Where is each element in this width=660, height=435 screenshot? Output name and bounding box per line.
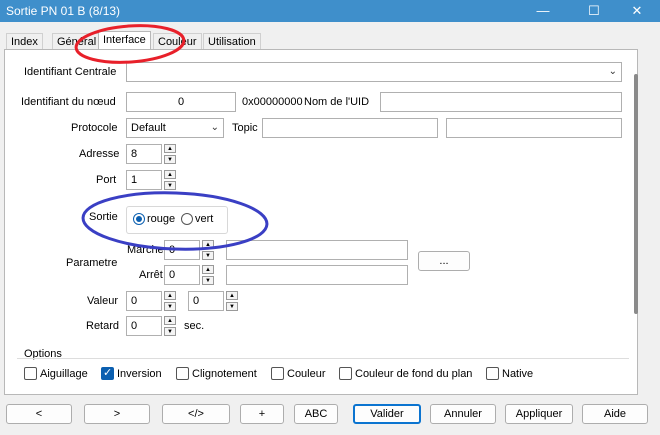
checkbox-label-couleur: Couleur xyxy=(287,368,326,380)
adresse-label: Adresse xyxy=(79,148,120,160)
prev-button[interactable]: < xyxy=(6,404,72,424)
spin-down-icon[interactable]: ▼ xyxy=(226,302,238,311)
spin-down-icon[interactable]: ▼ xyxy=(164,155,176,164)
checkbox-native[interactable] xyxy=(486,367,499,380)
arret-label: Arrêt xyxy=(139,269,163,281)
annuler-button[interactable]: Annuler xyxy=(430,404,496,424)
protocole-select[interactable]: Default ⌄ xyxy=(126,118,224,138)
tab-index[interactable]: Index xyxy=(6,33,43,50)
sortie-radio-vert[interactable] xyxy=(181,213,193,225)
browse-button[interactable]: ... xyxy=(418,251,470,271)
valeur-label: Valeur xyxy=(87,295,118,307)
checkbox-couleur-fond[interactable] xyxy=(339,367,352,380)
checkbox-label-inversion: Inversion xyxy=(117,368,162,380)
spin-up-icon[interactable]: ▲ xyxy=(164,170,176,179)
close-button[interactable]: ✕ xyxy=(614,0,660,22)
sortie-label-rouge: rouge xyxy=(147,213,176,225)
vertical-scrollbar[interactable] xyxy=(632,60,640,390)
arret-input[interactable]: 0 xyxy=(164,265,200,285)
identifiant-noeud-label: Identifiant du nœud xyxy=(21,96,116,108)
identifiant-centrale-select[interactable]: ⌄ xyxy=(126,62,622,82)
retard-label: Retard xyxy=(86,320,120,332)
minimize-button[interactable]: — xyxy=(520,0,566,22)
adresse-spinner[interactable]: ▲ ▼ xyxy=(164,144,176,164)
checkbox-label-clignotement: Clignotement xyxy=(192,368,257,380)
aide-button[interactable]: Aide xyxy=(582,404,648,424)
code-button[interactable]: </> xyxy=(162,404,230,424)
spin-down-icon[interactable]: ▼ xyxy=(164,181,176,190)
nom-uid-input[interactable] xyxy=(380,92,622,112)
marche-spinner[interactable]: ▲ ▼ xyxy=(202,240,214,260)
checkbox-label-couleur-fond: Couleur de fond du plan xyxy=(355,368,473,380)
adresse-input[interactable]: 8 xyxy=(126,144,162,164)
port-spinner[interactable]: ▲ ▼ xyxy=(164,170,176,190)
sortie-label: Sortie xyxy=(89,211,118,223)
spin-down-icon[interactable]: ▼ xyxy=(202,251,214,260)
topic-label: Topic xyxy=(232,122,258,134)
tab-general[interactable]: Général xyxy=(52,33,102,50)
port-label: Port xyxy=(96,174,117,186)
checkbox-label-aiguillage: Aiguillage xyxy=(40,368,88,380)
arret-text-input[interactable] xyxy=(226,265,408,285)
checkbox-clignotement[interactable] xyxy=(176,367,189,380)
topic-input[interactable] xyxy=(262,118,438,138)
checkbox-aiguillage[interactable] xyxy=(24,367,37,380)
identifiant-noeud-input[interactable]: 0 xyxy=(126,92,236,112)
sortie-label-vert: vert xyxy=(195,213,214,225)
topic-input-2[interactable] xyxy=(446,118,622,138)
valider-button[interactable]: Valider xyxy=(353,404,421,424)
spin-up-icon[interactable]: ▲ xyxy=(164,291,176,300)
scrollbar-thumb[interactable] xyxy=(634,74,638,314)
spin-up-icon[interactable]: ▲ xyxy=(164,316,176,325)
marche-input[interactable]: 0 xyxy=(164,240,200,260)
hex-value: 0x00000000 xyxy=(242,96,303,108)
checkbox-label-native: Native xyxy=(502,368,534,380)
checkbox-inversion[interactable] xyxy=(101,366,114,380)
spin-down-icon[interactable]: ▼ xyxy=(164,327,176,336)
arret-spinner[interactable]: ▲ ▼ xyxy=(202,265,214,285)
spin-down-icon[interactable]: ▼ xyxy=(164,302,176,311)
valeur-input-1[interactable]: 0 xyxy=(126,291,162,311)
protocole-value: Default xyxy=(131,122,166,134)
tab-utilisation[interactable]: Utilisation xyxy=(203,33,261,50)
checkbox-couleur[interactable] xyxy=(271,367,284,380)
abc-button[interactable]: ABC xyxy=(294,404,338,424)
valeur-input-2[interactable]: 0 xyxy=(188,291,224,311)
nom-uid-label: Nom de l'UID xyxy=(304,96,370,108)
chevron-down-icon: ⌄ xyxy=(608,66,617,77)
valeur-spinner-1[interactable]: ▲ ▼ xyxy=(164,291,176,311)
chevron-down-icon: ⌄ xyxy=(210,122,219,133)
sortie-radio-group: rouge vert xyxy=(126,206,228,234)
spin-up-icon[interactable]: ▲ xyxy=(202,265,214,274)
title-bar: Sortie PN 01 B (8/13) — ☐ ✕ xyxy=(0,0,660,22)
spin-up-icon[interactable]: ▲ xyxy=(164,144,176,153)
retard-input[interactable]: 0 xyxy=(126,316,162,336)
spin-down-icon[interactable]: ▼ xyxy=(202,276,214,285)
window-title: Sortie PN 01 B (8/13) xyxy=(6,4,121,18)
protocole-label: Protocole xyxy=(71,122,118,134)
tab-interface[interactable]: Interface xyxy=(98,31,151,51)
retard-unit: sec. xyxy=(184,320,205,332)
parametre-label: Parametre xyxy=(66,257,118,269)
spin-up-icon[interactable]: ▲ xyxy=(202,240,214,249)
identifiant-centrale-label: Identifiant Centrale xyxy=(24,66,117,78)
maximize-button[interactable]: ☐ xyxy=(571,0,617,22)
valeur-spinner-2[interactable]: ▲ ▼ xyxy=(226,291,238,311)
port-input[interactable]: 1 xyxy=(126,170,162,190)
tab-couleur[interactable]: Couleur xyxy=(153,33,202,50)
retard-spinner[interactable]: ▲ ▼ xyxy=(164,316,176,336)
sortie-radio-rouge[interactable] xyxy=(133,213,145,225)
appliquer-button[interactable]: Appliquer xyxy=(505,404,573,424)
marche-label: Marche xyxy=(127,244,164,256)
next-button[interactable]: > xyxy=(84,404,150,424)
plus-button[interactable]: + xyxy=(240,404,284,424)
spin-up-icon[interactable]: ▲ xyxy=(226,291,238,300)
marche-text-input[interactable] xyxy=(226,240,408,260)
